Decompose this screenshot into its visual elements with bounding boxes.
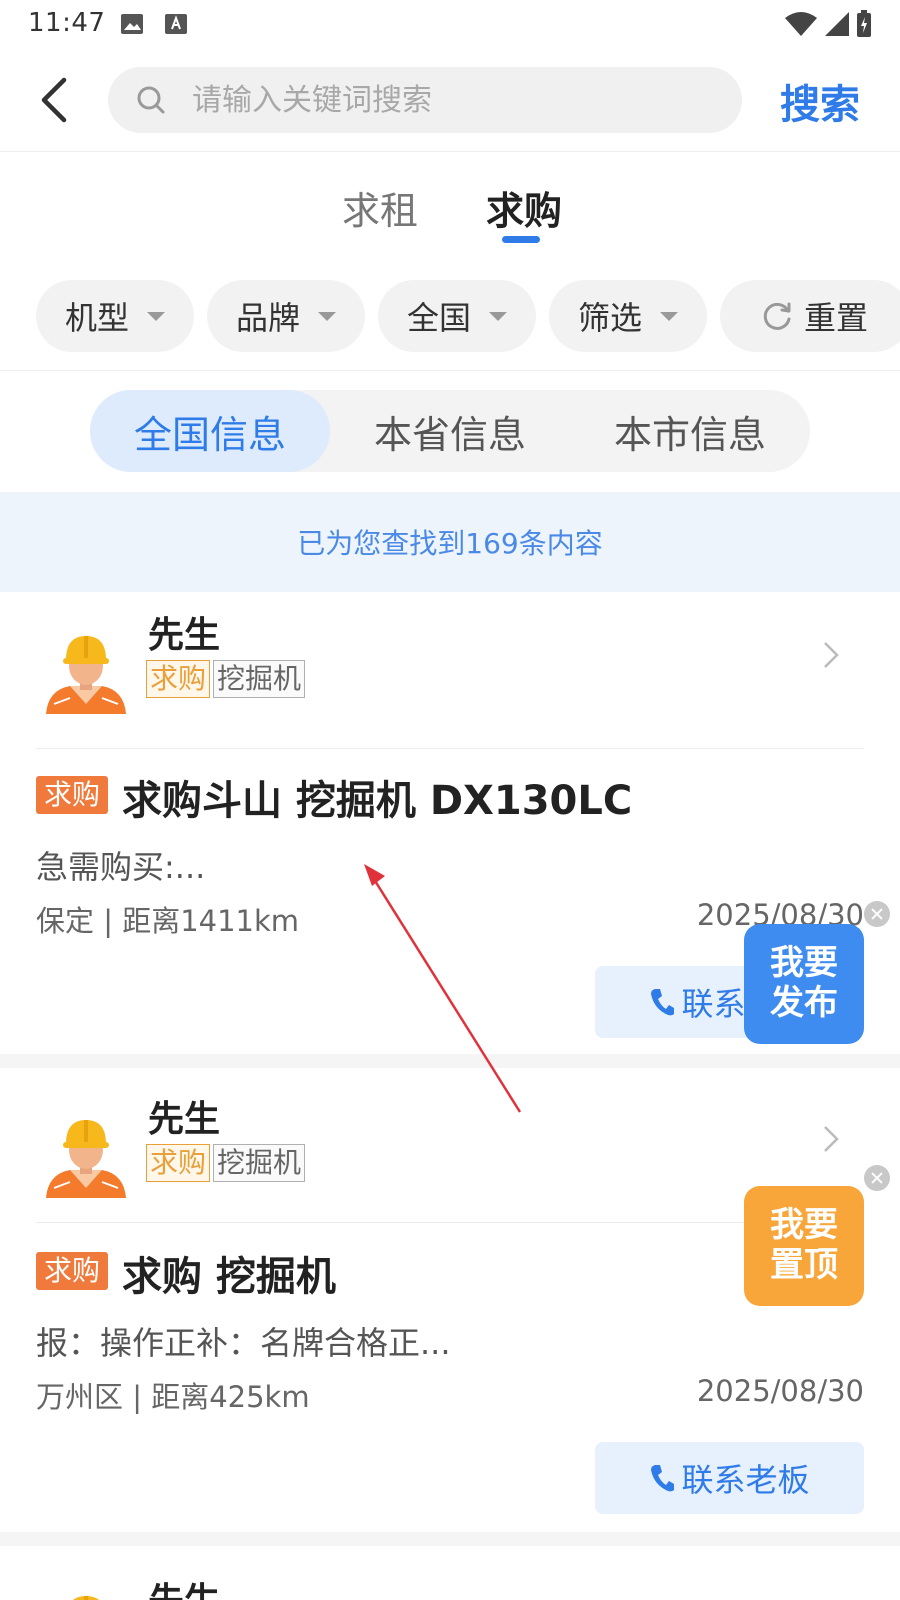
worker-avatar-icon bbox=[73, 1596, 99, 1600]
card-separator bbox=[0, 1532, 900, 1546]
type-tag: 求购 bbox=[146, 660, 211, 698]
search-button[interactable]: 搜索 bbox=[780, 72, 860, 130]
category-tag: 挖掘机 bbox=[213, 660, 306, 698]
listing-title[interactable]: 求购斗山 挖掘机 DX130LC bbox=[122, 768, 632, 826]
filter-label: 筛选 bbox=[577, 299, 642, 337]
poster-name: 先生 bbox=[148, 615, 221, 656]
publish-float-button[interactable]: 我要 发布 bbox=[744, 924, 864, 1044]
font-icon bbox=[165, 14, 187, 34]
contact-boss-button[interactable]: 联系老板 bbox=[595, 1442, 864, 1514]
reset-button[interactable]: 重置 bbox=[720, 280, 900, 352]
publish-line-1: 我要 bbox=[770, 943, 838, 983]
filter-machine-type[interactable]: 机型 bbox=[36, 280, 194, 352]
status-time: 11:47 bbox=[28, 8, 106, 38]
contact-label: 联系老板 bbox=[681, 1461, 810, 1499]
search-header: 搜索 bbox=[0, 56, 900, 152]
pin-top-line-2: 置顶 bbox=[770, 1245, 838, 1285]
filter-brand[interactable]: 品牌 bbox=[207, 280, 365, 352]
result-count-banner: 已为您查找到169条内容 bbox=[0, 492, 900, 592]
phone-icon bbox=[651, 989, 675, 1016]
listing-title[interactable]: 求购 挖掘机 bbox=[122, 1244, 336, 1302]
tab-rent[interactable]: 求租 bbox=[342, 180, 418, 235]
refresh-icon bbox=[763, 302, 791, 330]
card-separator bbox=[0, 1054, 900, 1068]
poster-name: 先生 bbox=[148, 1099, 221, 1140]
search-icon bbox=[137, 86, 165, 114]
close-icon[interactable] bbox=[864, 1165, 890, 1191]
phone-icon bbox=[651, 1465, 675, 1492]
caret-down-icon bbox=[318, 311, 336, 321]
filter-label: 品牌 bbox=[235, 299, 300, 337]
listing-location: 保定 | 距离1411km bbox=[36, 904, 300, 938]
buy-badge: 求购 bbox=[36, 1252, 108, 1290]
worker-avatar-icon bbox=[46, 1120, 126, 1198]
region-tab-national[interactable]: 全国信息 bbox=[90, 390, 330, 472]
region-tabs: 全国信息 本省信息 本市信息 bbox=[90, 390, 810, 472]
signal-icon bbox=[825, 12, 849, 36]
status-bar: 11:47 bbox=[0, 0, 900, 48]
back-arrow-icon[interactable] bbox=[36, 76, 76, 124]
reset-label: 重置 bbox=[804, 299, 869, 337]
listing-location: 万州区 | 距离425km bbox=[36, 1380, 310, 1414]
buy-badge: 求购 bbox=[36, 776, 108, 814]
card-divider bbox=[36, 1222, 864, 1223]
filter-label: 机型 bbox=[64, 299, 129, 337]
divider bbox=[0, 370, 900, 371]
region-tab-province[interactable]: 本省信息 bbox=[330, 390, 570, 472]
battery-icon bbox=[857, 10, 871, 37]
caret-down-icon bbox=[147, 311, 165, 321]
caret-down-icon bbox=[660, 311, 678, 321]
image-icon bbox=[121, 14, 143, 34]
listing-date: 2025/08/30 bbox=[696, 1374, 864, 1408]
listing-description: 急需购买:... bbox=[36, 848, 206, 886]
worker-avatar-icon bbox=[46, 636, 126, 714]
listing-description: 报：操作正补：名牌合格正... bbox=[36, 1324, 451, 1362]
poster-name: 先生 bbox=[148, 1572, 220, 1600]
close-icon[interactable] bbox=[864, 901, 890, 927]
main-tabs: 求租 求购 bbox=[0, 180, 900, 250]
pin-top-line-1: 我要 bbox=[770, 1205, 838, 1245]
filter-label: 全国 bbox=[406, 299, 471, 337]
card-divider bbox=[36, 748, 864, 749]
status-right bbox=[784, 10, 872, 38]
search-box[interactable] bbox=[108, 67, 742, 133]
filter-more[interactable]: 筛选 bbox=[549, 280, 707, 352]
active-tab-indicator bbox=[502, 236, 540, 243]
search-input[interactable] bbox=[192, 67, 712, 133]
filter-region[interactable]: 全国 bbox=[378, 280, 536, 352]
region-tab-city[interactable]: 本市信息 bbox=[570, 390, 810, 472]
publish-line-2: 发布 bbox=[770, 983, 838, 1023]
wifi-icon bbox=[785, 12, 817, 36]
listing-card[interactable]: 先生 bbox=[0, 1546, 900, 1600]
type-tag: 求购 bbox=[146, 1144, 211, 1182]
chevron-right-icon[interactable] bbox=[822, 640, 840, 670]
chevron-right-icon[interactable] bbox=[822, 1124, 840, 1154]
tab-buy[interactable]: 求购 bbox=[486, 180, 562, 235]
pin-top-float-button[interactable]: 我要 置顶 bbox=[744, 1186, 864, 1306]
caret-down-icon bbox=[489, 311, 507, 321]
category-tag: 挖掘机 bbox=[213, 1144, 306, 1182]
